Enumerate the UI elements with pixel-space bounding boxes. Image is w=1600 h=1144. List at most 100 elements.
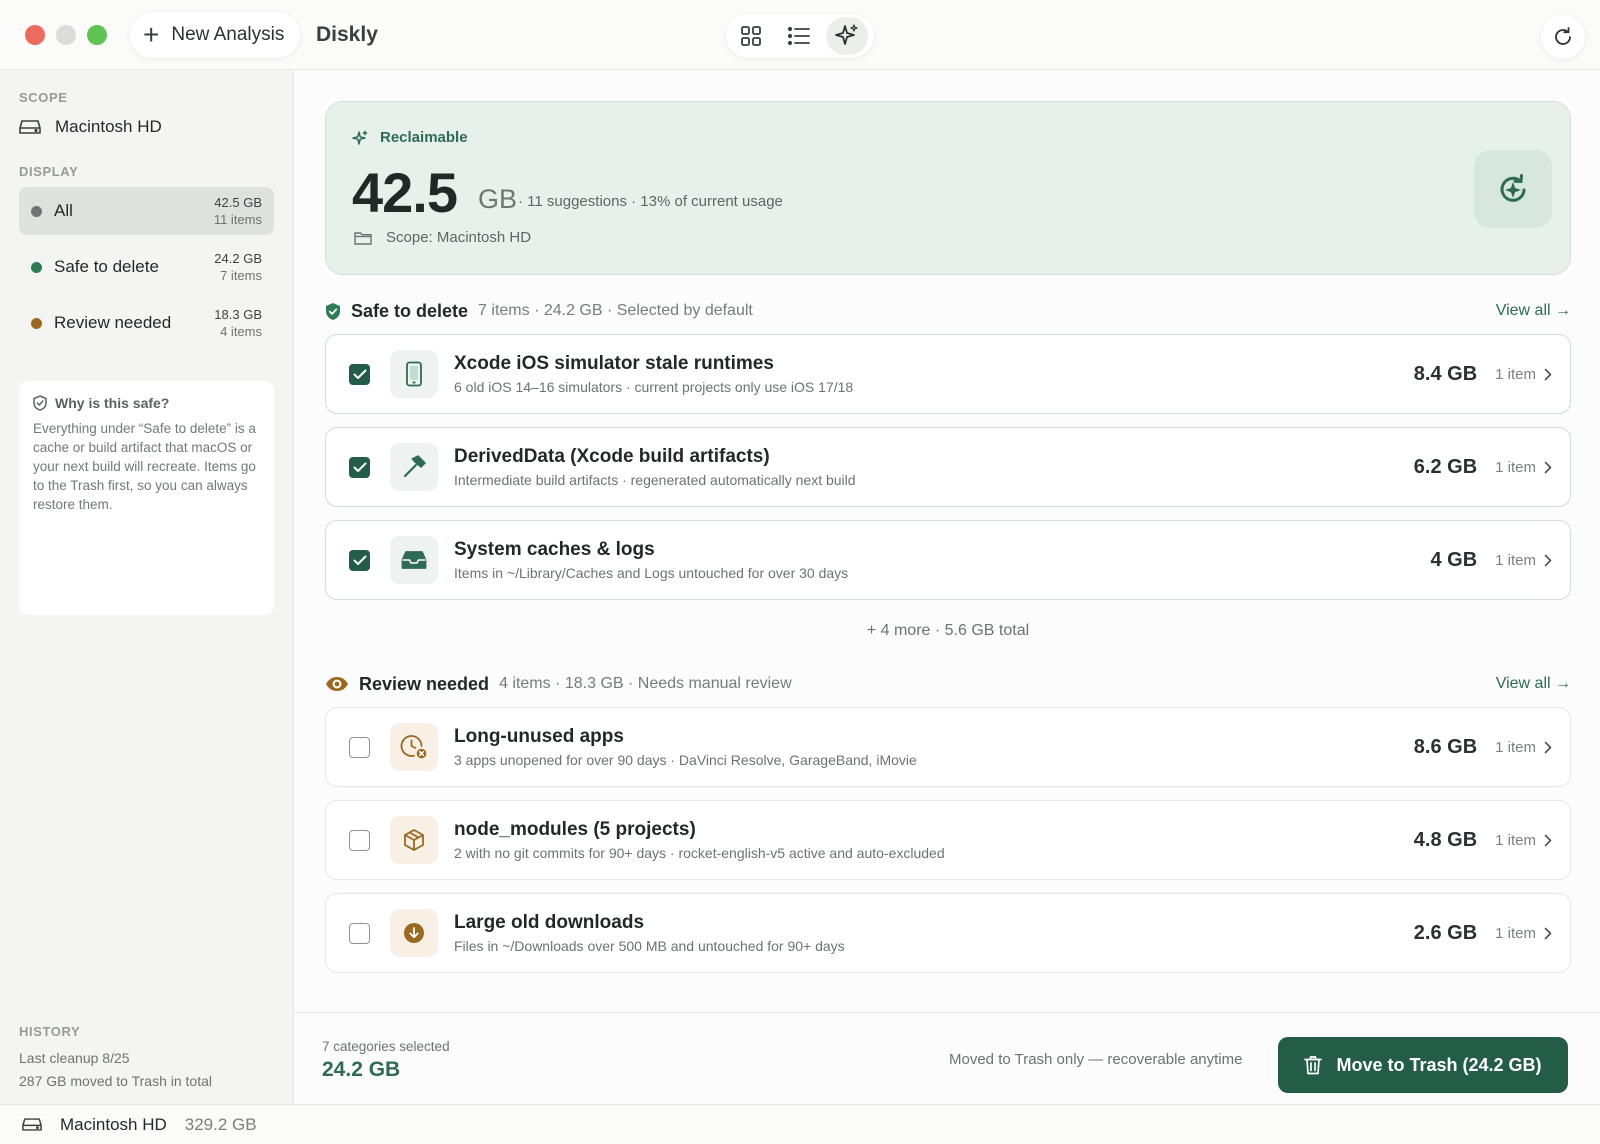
card-title: node_modules (5 projects) [454,819,696,840]
list-view-button[interactable] [778,17,820,55]
expand-button[interactable] [1544,554,1552,567]
move-to-trash-button[interactable]: Move to Trash (24.2 GB) [1278,1037,1568,1093]
card-subtitle: Intermediate build artifacts · regenerat… [454,472,856,488]
trash-icon [1304,1056,1323,1075]
chevron-right-icon [1544,368,1552,380]
filter-size: 42.5 GB [214,195,262,210]
list-icon [787,26,810,46]
title-bar: + New Analysis Diskly [0,0,1600,70]
filter-count: 11 items [213,212,262,227]
scope-selector[interactable]: Macintosh HD [19,117,162,137]
why-safe-title-text: Why is this safe? [55,395,170,411]
expand-button[interactable] [1544,461,1552,474]
review-view-all-link[interactable]: View all → [1496,675,1571,693]
category-tile [390,816,438,864]
filter-review-needed[interactable]: Review needed 18.3 GB 4 items [19,299,274,347]
package-icon [404,829,424,851]
checkbox[interactable] [349,549,370,571]
checkbox[interactable] [349,829,370,851]
suggestion-card-xcode-simulators[interactable]: Xcode iOS simulator stale runtimes 6 old… [325,334,1571,414]
checkbox[interactable] [349,922,370,944]
card-subtitle: Files in ~/Downloads over 500 MB and unt… [454,938,845,954]
minimize-window-button[interactable] [56,25,76,45]
filter-label: All [54,201,73,220]
card-subtitle: 2 with no git commits for 90+ days · roc… [454,845,945,861]
filter-all[interactable]: All 42.5 GB 11 items [19,187,274,235]
card-count: 1 item [1495,831,1536,849]
safe-section-header: Safe to delete 7 items · 24.2 GB · Selec… [325,298,1571,324]
history-heading: HISTORY [19,1024,81,1039]
download-icon [404,923,424,943]
show-more-link[interactable]: + 4 more · 5.6 GB total [325,622,1571,640]
last-cleanup: Last cleanup 8/25 [19,1050,130,1066]
card-count: 1 item [1495,738,1536,756]
hero-scope-text: Scope: Macintosh HD [386,229,532,246]
review-section-header: Review needed 4 items · 18.3 GB · Needs … [325,671,1571,697]
suggestions-view-button[interactable] [826,17,868,55]
card-text: System caches & logs Items in ~/Library/… [454,539,1430,581]
reclaimable-value: 42.5 [352,161,458,224]
expand-button[interactable] [1544,368,1552,381]
card-title: DerivedData (Xcode build artifacts) [454,446,770,467]
rescan-button[interactable] [1474,150,1552,228]
grid-view-button[interactable] [730,17,772,55]
safe-view-all-link[interactable]: View all → [1496,302,1571,320]
selected-count: 7 categories selected [322,1039,450,1054]
status-disk-name: Macintosh HD [60,1114,167,1134]
card-size: 8.6 GB [1413,735,1478,758]
sidebar: SCOPE Macintosh HD DISPLAY All 42.5 GB 1… [0,70,294,1104]
suggestion-card-old-downloads[interactable]: Large old downloads Files in ~/Downloads… [325,893,1571,973]
category-tile [390,350,438,398]
shield-check-icon [33,395,47,411]
checkmark-icon [353,555,366,565]
expand-button[interactable] [1544,834,1552,847]
checkmark-icon [353,369,366,379]
view-mode-toggle [726,14,874,58]
sparkle-icon [352,130,368,145]
suggestion-card-derived-data[interactable]: DerivedData (Xcode build artifacts) Inte… [325,427,1571,507]
scope-heading: SCOPE [19,90,68,105]
drive-icon [22,1118,42,1131]
filter-safe-to-delete[interactable]: Safe to delete 24.2 GB 7 items [19,243,274,291]
new-analysis-button[interactable]: + New Analysis [130,12,300,58]
expand-button[interactable] [1544,741,1552,754]
why-safe-body: Everything under “Safe to delete” is a c… [33,421,256,512]
chevron-right-icon [1544,461,1552,473]
card-size: 4.8 GB [1413,828,1478,851]
checkbox[interactable] [349,363,370,385]
new-analysis-label: New Analysis [171,24,285,45]
category-tile [390,443,438,491]
checkbox[interactable] [349,736,370,758]
filter-label: Review needed [54,313,172,332]
card-title: Large old downloads [454,912,645,933]
filter-meta: 24.2 GB 7 items [214,250,262,284]
chevron-right-icon [1544,554,1552,566]
card-count: 1 item [1495,924,1536,942]
clock-x-icon [400,735,427,759]
shield-check-icon [326,302,340,320]
filter-count: 4 items [220,324,262,339]
filter-dot [31,317,42,329]
checkmark-icon [353,462,366,472]
drive-icon [19,120,41,134]
filter-meta: 42.5 GB 11 items [214,194,262,228]
checkbox[interactable] [349,456,370,478]
expand-button[interactable] [1544,927,1552,940]
history-section: HISTORY Last cleanup 8/25 287 GB moved t… [19,1024,212,1093]
suggestion-card-unused-apps[interactable]: Long-unused apps 3 apps unopened for ove… [325,707,1571,787]
card-size: 8.4 GB [1413,362,1478,385]
review-section-meta: 4 items · 18.3 GB · Needs manual review [499,675,792,692]
suggestion-card-node-modules[interactable]: node_modules (5 projects) 2 with no git … [325,800,1571,880]
zoom-window-button[interactable] [87,25,107,45]
refresh-button[interactable] [1541,15,1585,59]
reclaimable-label-text: Reclaimable [380,129,468,146]
sparkle-icon [835,24,858,45]
folder-icon [354,231,372,245]
main-content: Reclaimable 42.5 GB · 11 suggestions · 1… [295,70,1600,1104]
refresh-icon [1555,27,1571,45]
card-text: node_modules (5 projects) 2 with no git … [454,819,1414,861]
card-text: Large old downloads Files in ~/Downloads… [454,912,1414,954]
hammer-icon [403,455,427,478]
close-window-button[interactable] [25,25,45,45]
suggestion-card-system-caches[interactable]: System caches & logs Items in ~/Library/… [325,520,1571,600]
